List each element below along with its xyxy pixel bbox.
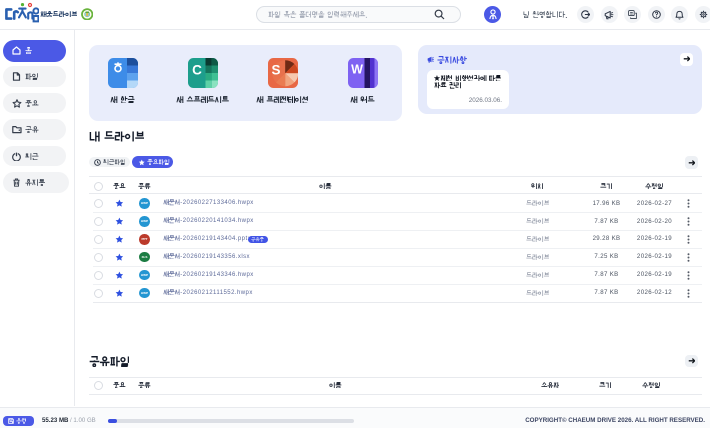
svg-text:S: S — [271, 62, 280, 77]
svg-text:C: C — [192, 62, 202, 77]
svg-text:W: W — [351, 62, 363, 76]
